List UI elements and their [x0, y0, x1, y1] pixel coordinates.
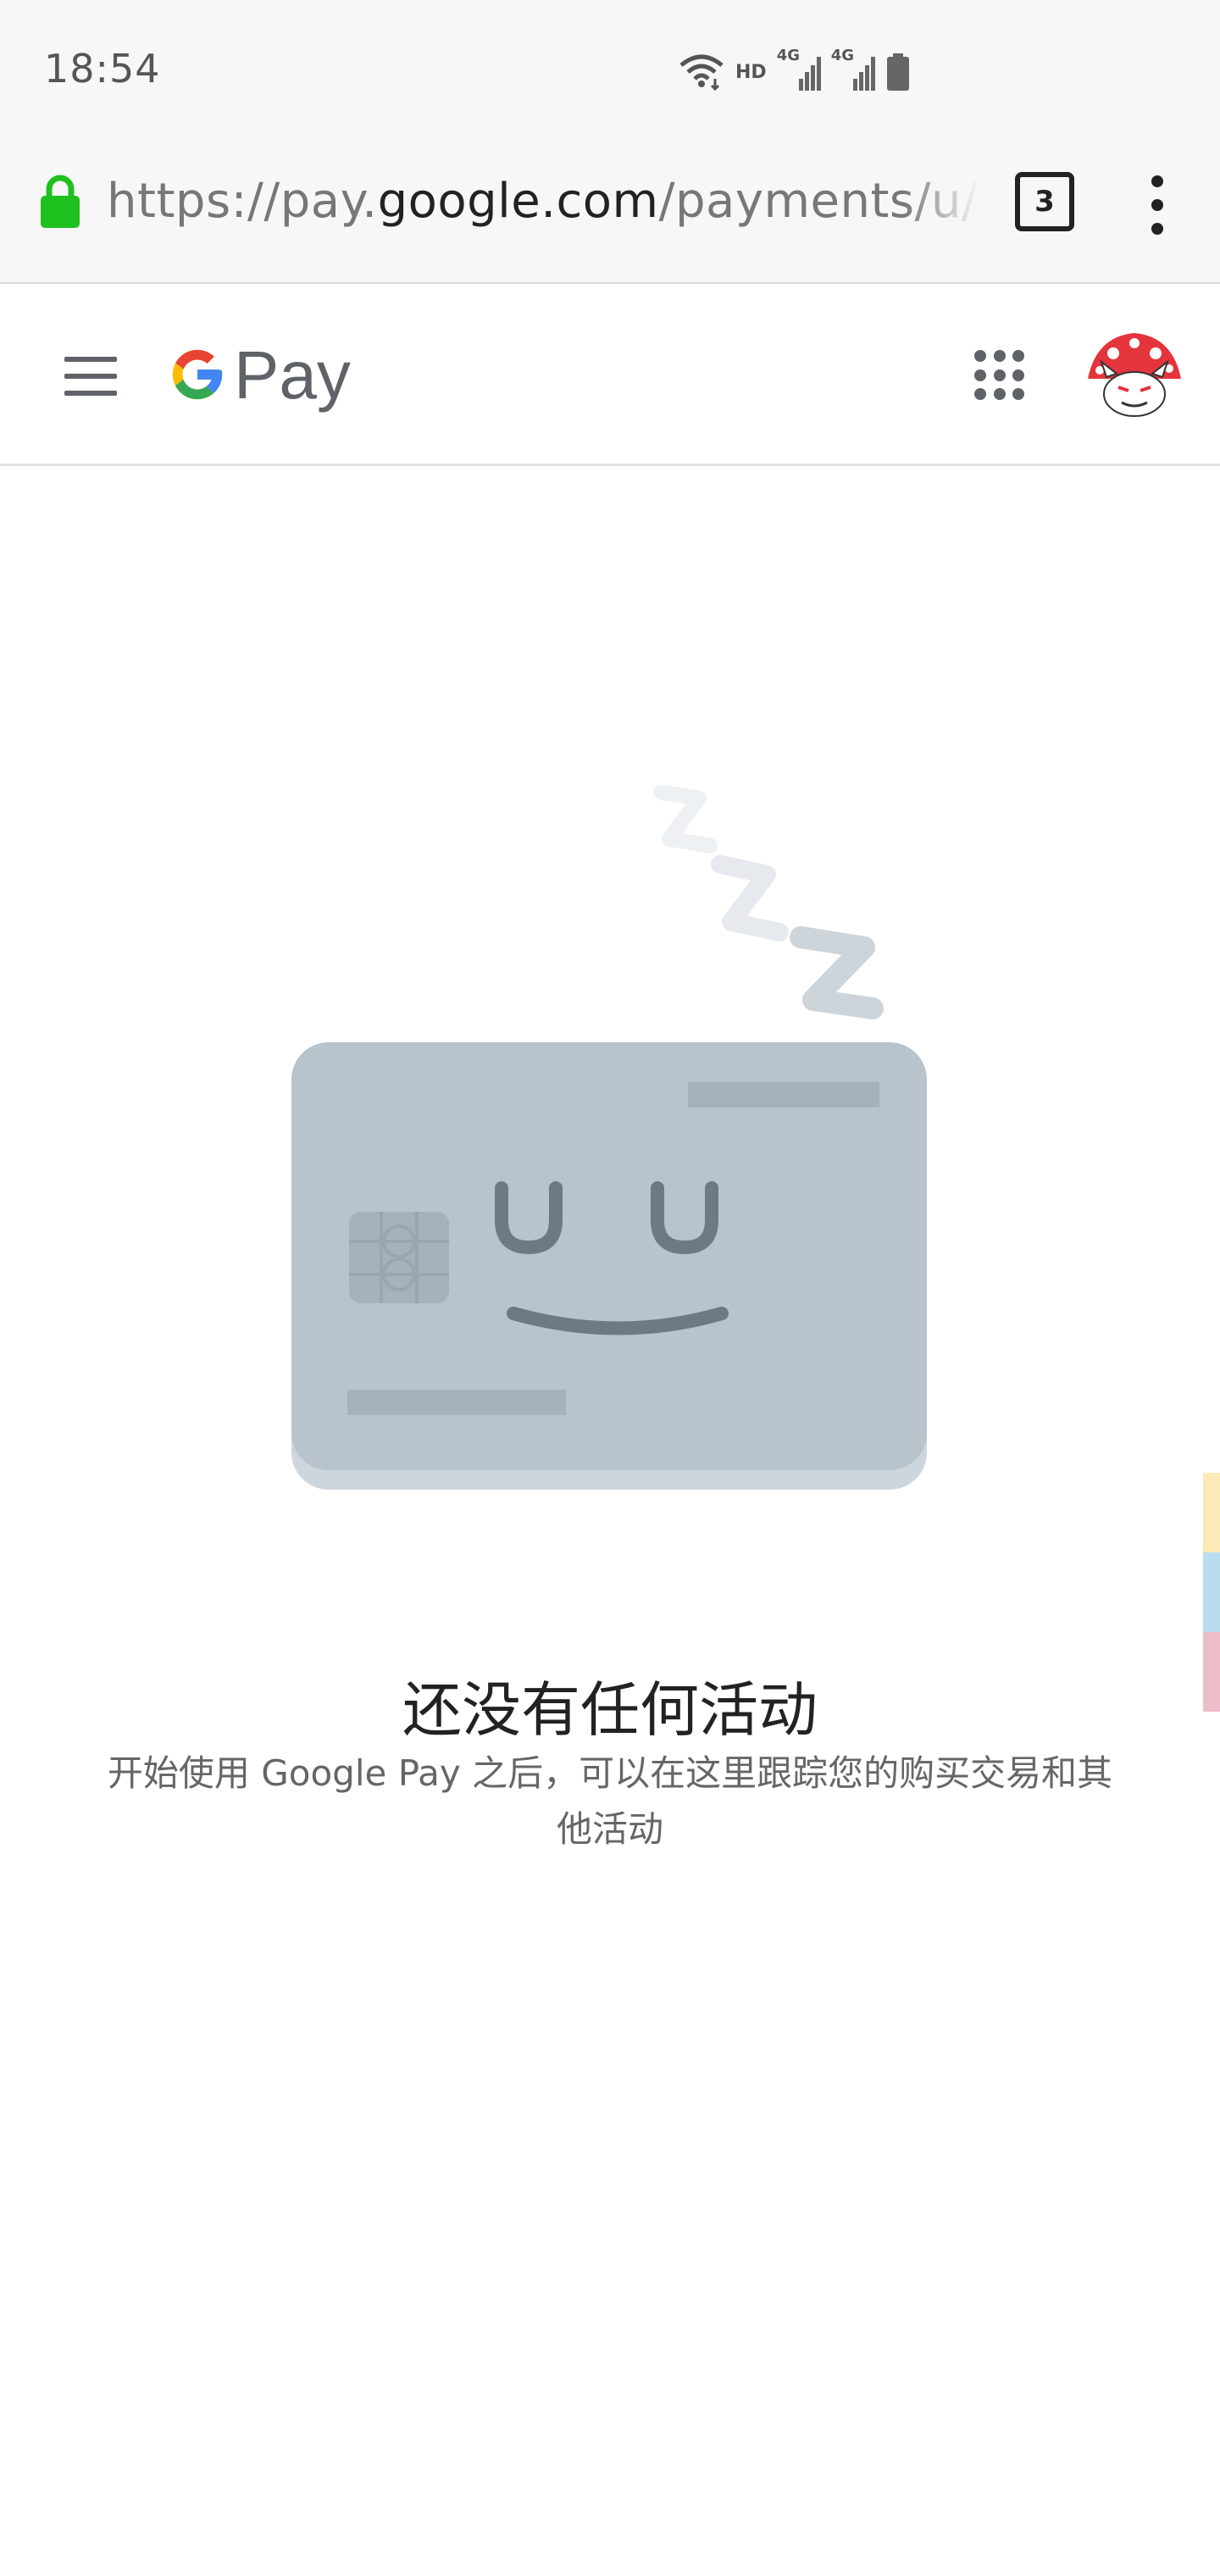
edge-panel-handle[interactable]: [1203, 1473, 1220, 1552]
url-host: google.com: [377, 174, 659, 229]
edge-panel-handle[interactable]: [1203, 1552, 1220, 1632]
gpay-header: Pay: [0, 284, 1220, 466]
battery-icon: [886, 53, 909, 91]
browser-toolbar: https://pay.google.com/payments/u/0/h 3: [0, 140, 1220, 284]
wifi-icon: [679, 54, 724, 91]
signal-label: 4G: [830, 47, 854, 64]
edge-panel-handle[interactable]: [1203, 1632, 1220, 1712]
empty-state-title: 还没有任何活动: [402, 1675, 818, 1745]
tab-switcher-button[interactable]: 3: [1015, 172, 1074, 231]
card-icon: [291, 1042, 927, 1490]
avatar[interactable]: [1088, 328, 1181, 421]
status-time: 18:54: [44, 46, 161, 92]
page: 18:54 HD 4G 4G https://pay.google.com/pa…: [0, 0, 1220, 2576]
status-bar: 18:54 HD 4G 4G: [0, 0, 1220, 140]
signal-label: 4G: [776, 47, 800, 64]
avatar-image: [1088, 328, 1181, 421]
signal-icon: 4G: [777, 47, 821, 91]
zzz-icon: [653, 785, 884, 1019]
empty-state-description: 开始使用 Google Pay 之后，可以在这里跟踪您的购买交易和其他活动: [107, 1752, 1113, 1850]
url-field[interactable]: https://pay.google.com/payments/u/0/h: [107, 174, 979, 230]
menu-icon[interactable]: [64, 357, 117, 396]
hd-label: HD: [735, 61, 767, 83]
browser-menu-button[interactable]: [1140, 175, 1174, 235]
google-g-logo: [172, 349, 223, 400]
apps-grid-icon[interactable]: [974, 350, 1025, 401]
signal-icon: 4G: [831, 47, 875, 91]
url-scheme: https://pay.: [107, 174, 378, 229]
status-icons: HD 4G 4G: [678, 47, 911, 93]
pay-wordmark: Pay: [234, 337, 351, 413]
sleeping-card-illustration: [291, 785, 927, 1490]
lock-icon: [41, 175, 80, 228]
